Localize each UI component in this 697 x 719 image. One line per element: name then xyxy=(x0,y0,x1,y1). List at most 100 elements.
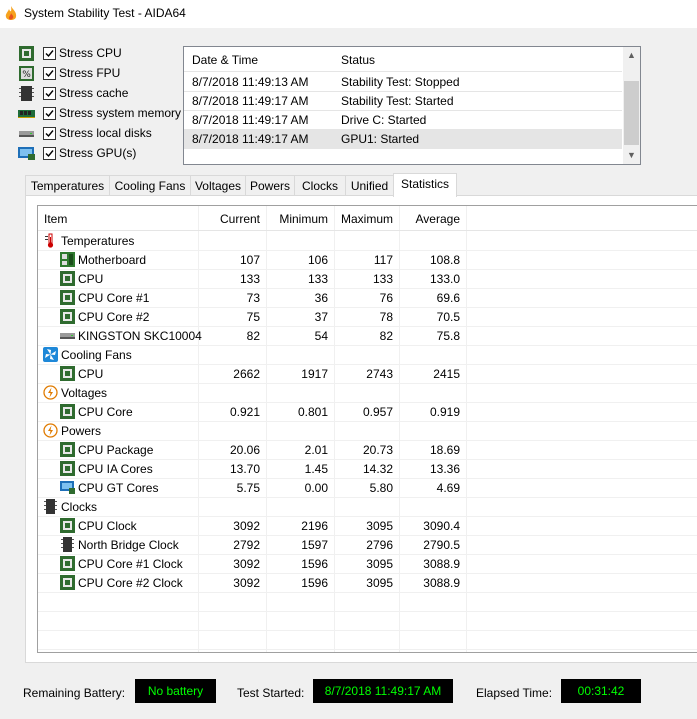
log-scrollbar[interactable]: ▲ ▼ xyxy=(623,47,640,164)
stress-cache-option[interactable]: Stress cache xyxy=(18,84,188,104)
checkmark-icon xyxy=(45,90,54,98)
log-row-selected[interactable]: 8/7/2018 11:49:17 AM GPU1: Started xyxy=(184,129,622,149)
scroll-down-icon[interactable]: ▼ xyxy=(623,147,640,164)
table-row[interactable]: CPU 2662 1917 2743 2415 xyxy=(38,364,697,384)
table-row[interactable]: KINGSTON SKC10004 82 54 82 75.8 xyxy=(38,326,697,346)
voltage-icon xyxy=(43,385,58,400)
table-row[interactable]: CPU Package 20.06 2.01 20.73 18.69 xyxy=(38,440,697,460)
column-header-status[interactable]: Status xyxy=(341,53,375,67)
current-value: 2662 xyxy=(233,367,260,381)
item-label: CPU GT Cores xyxy=(78,481,159,495)
current-value: 20.06 xyxy=(229,443,260,457)
log-datetime: 8/7/2018 11:49:17 AM xyxy=(192,94,309,108)
item-label: CPU xyxy=(78,272,104,286)
stress-disks-option[interactable]: Stress local disks xyxy=(18,124,188,144)
column-header-average[interactable]: Average xyxy=(399,212,460,226)
group-row[interactable]: Cooling Fans xyxy=(38,345,697,365)
tab-voltages[interactable]: Voltages xyxy=(190,175,246,196)
scroll-up-icon[interactable]: ▲ xyxy=(623,47,640,64)
column-header-minimum[interactable]: Minimum xyxy=(266,212,328,226)
power-icon xyxy=(43,423,58,438)
empty-row xyxy=(38,611,697,631)
tab-powers[interactable]: Powers xyxy=(245,175,295,196)
column-header-maximum[interactable]: Maximum xyxy=(334,212,393,226)
stress-fpu-option[interactable]: % Stress FPU xyxy=(18,64,188,84)
battery-display: No battery xyxy=(135,679,216,703)
stress-memory-label: Stress system memory xyxy=(59,106,182,120)
tab-temperatures[interactable]: Temperatures xyxy=(25,175,110,196)
stress-fpu-label: Stress FPU xyxy=(59,66,121,80)
stress-gpu-label: Stress GPU(s) xyxy=(59,146,137,160)
table-row[interactable]: CPU IA Cores 13.70 1.45 14.32 13.36 xyxy=(38,459,697,479)
log-row[interactable]: 8/7/2018 11:49:13 AM Stability Test: Sto… xyxy=(184,72,622,92)
log-status: Stability Test: Stopped xyxy=(341,75,460,89)
group-row[interactable]: Voltages xyxy=(38,383,697,403)
stress-cpu-checkbox[interactable] xyxy=(43,47,56,60)
maximum-value: 2796 xyxy=(366,538,393,552)
minimum-value: 0.801 xyxy=(297,405,328,419)
clock-icon xyxy=(44,499,57,514)
table-row[interactable]: Motherboard 107 106 117 108.8 xyxy=(38,250,697,270)
tab-statistics[interactable]: Statistics xyxy=(393,173,457,197)
average-value: 2415 xyxy=(433,367,460,381)
column-header-item[interactable]: Item xyxy=(44,212,67,226)
maximum-value: 3095 xyxy=(366,557,393,571)
stress-gpu-checkbox[interactable] xyxy=(43,147,56,160)
current-value: 3092 xyxy=(233,576,260,590)
group-row[interactable]: Temperatures xyxy=(38,231,697,251)
table-row[interactable]: CPU GT Cores 5.75 0.00 5.80 4.69 xyxy=(38,478,697,498)
tab-unified[interactable]: Unified xyxy=(345,175,394,196)
table-row[interactable]: North Bridge Clock 2792 1597 2796 2790.5 xyxy=(38,535,697,555)
column-header-datetime[interactable]: Date & Time xyxy=(192,53,258,67)
column-header-current[interactable]: Current xyxy=(198,212,260,226)
checkmark-icon xyxy=(45,70,54,78)
tab-clocks[interactable]: Clocks xyxy=(294,175,346,196)
stress-cpu-option[interactable]: Stress CPU xyxy=(18,44,188,64)
stress-disks-checkbox[interactable] xyxy=(43,127,56,140)
average-value: 108.8 xyxy=(429,253,460,267)
elapsed-time-label: Elapsed Time: xyxy=(476,686,553,700)
maximum-value: 82 xyxy=(379,329,393,343)
maximum-value: 2743 xyxy=(366,367,393,381)
average-value: 75.8 xyxy=(436,329,460,343)
minimum-value: 1917 xyxy=(301,367,328,381)
table-row[interactable]: CPU Core 0.921 0.801 0.957 0.919 xyxy=(38,402,697,422)
test-started-label: Test Started: xyxy=(237,686,305,700)
gpu-icon xyxy=(18,147,35,160)
item-label: Voltages xyxy=(61,386,108,400)
minimum-value: 1597 xyxy=(301,538,328,552)
cpu-icon xyxy=(60,290,75,305)
stress-gpu-option[interactable]: Stress GPU(s) xyxy=(18,144,188,164)
stress-cache-checkbox[interactable] xyxy=(43,87,56,100)
log-row[interactable]: 8/7/2018 11:49:17 AM Stability Test: Sta… xyxy=(184,91,622,111)
current-value: 82 xyxy=(246,329,260,343)
maximum-value: 20.73 xyxy=(362,443,393,457)
scroll-thumb[interactable] xyxy=(624,81,639,145)
tab-cooling-fans[interactable]: Cooling Fans xyxy=(109,175,191,196)
table-row[interactable]: CPU Clock 3092 2196 3095 3090.4 xyxy=(38,516,697,536)
cache-icon xyxy=(19,86,34,101)
group-row[interactable]: Powers xyxy=(38,421,697,441)
maximum-value: 78 xyxy=(379,310,393,324)
average-value: 3090.4 xyxy=(423,519,460,533)
stress-memory-checkbox[interactable] xyxy=(43,107,56,120)
log-status: Drive C: Started xyxy=(341,113,427,127)
statistics-table[interactable]: Item Current Minimum Maximum Average Tem… xyxy=(37,205,697,653)
table-row[interactable]: CPU Core #2 Clock 3092 1596 3095 3088.9 xyxy=(38,573,697,593)
table-row[interactable]: CPU Core #2 75 37 78 70.5 xyxy=(38,307,697,327)
stress-fpu-checkbox[interactable] xyxy=(43,67,56,80)
log-row[interactable]: 8/7/2018 11:49:17 AM Drive C: Started xyxy=(184,110,622,130)
table-row[interactable]: CPU Core #1 73 36 76 69.6 xyxy=(38,288,697,308)
stress-memory-option[interactable]: Stress system memory xyxy=(18,104,188,124)
fpu-icon: % xyxy=(19,66,34,81)
event-log[interactable]: Date & Time Status 8/7/2018 11:49:13 AM … xyxy=(183,46,641,165)
group-row[interactable]: Clocks xyxy=(38,497,697,517)
checkmark-icon xyxy=(45,50,54,58)
table-row[interactable]: CPU Core #1 Clock 3092 1596 3095 3088.9 xyxy=(38,554,697,574)
average-value: 3088.9 xyxy=(423,557,460,571)
checkmark-icon xyxy=(45,130,54,138)
empty-row xyxy=(38,592,697,612)
table-row[interactable]: CPU 133 133 133 133.0 xyxy=(38,269,697,289)
item-label: CPU Clock xyxy=(78,519,137,533)
status-bar: Remaining Battery: No battery Test Start… xyxy=(0,675,697,709)
